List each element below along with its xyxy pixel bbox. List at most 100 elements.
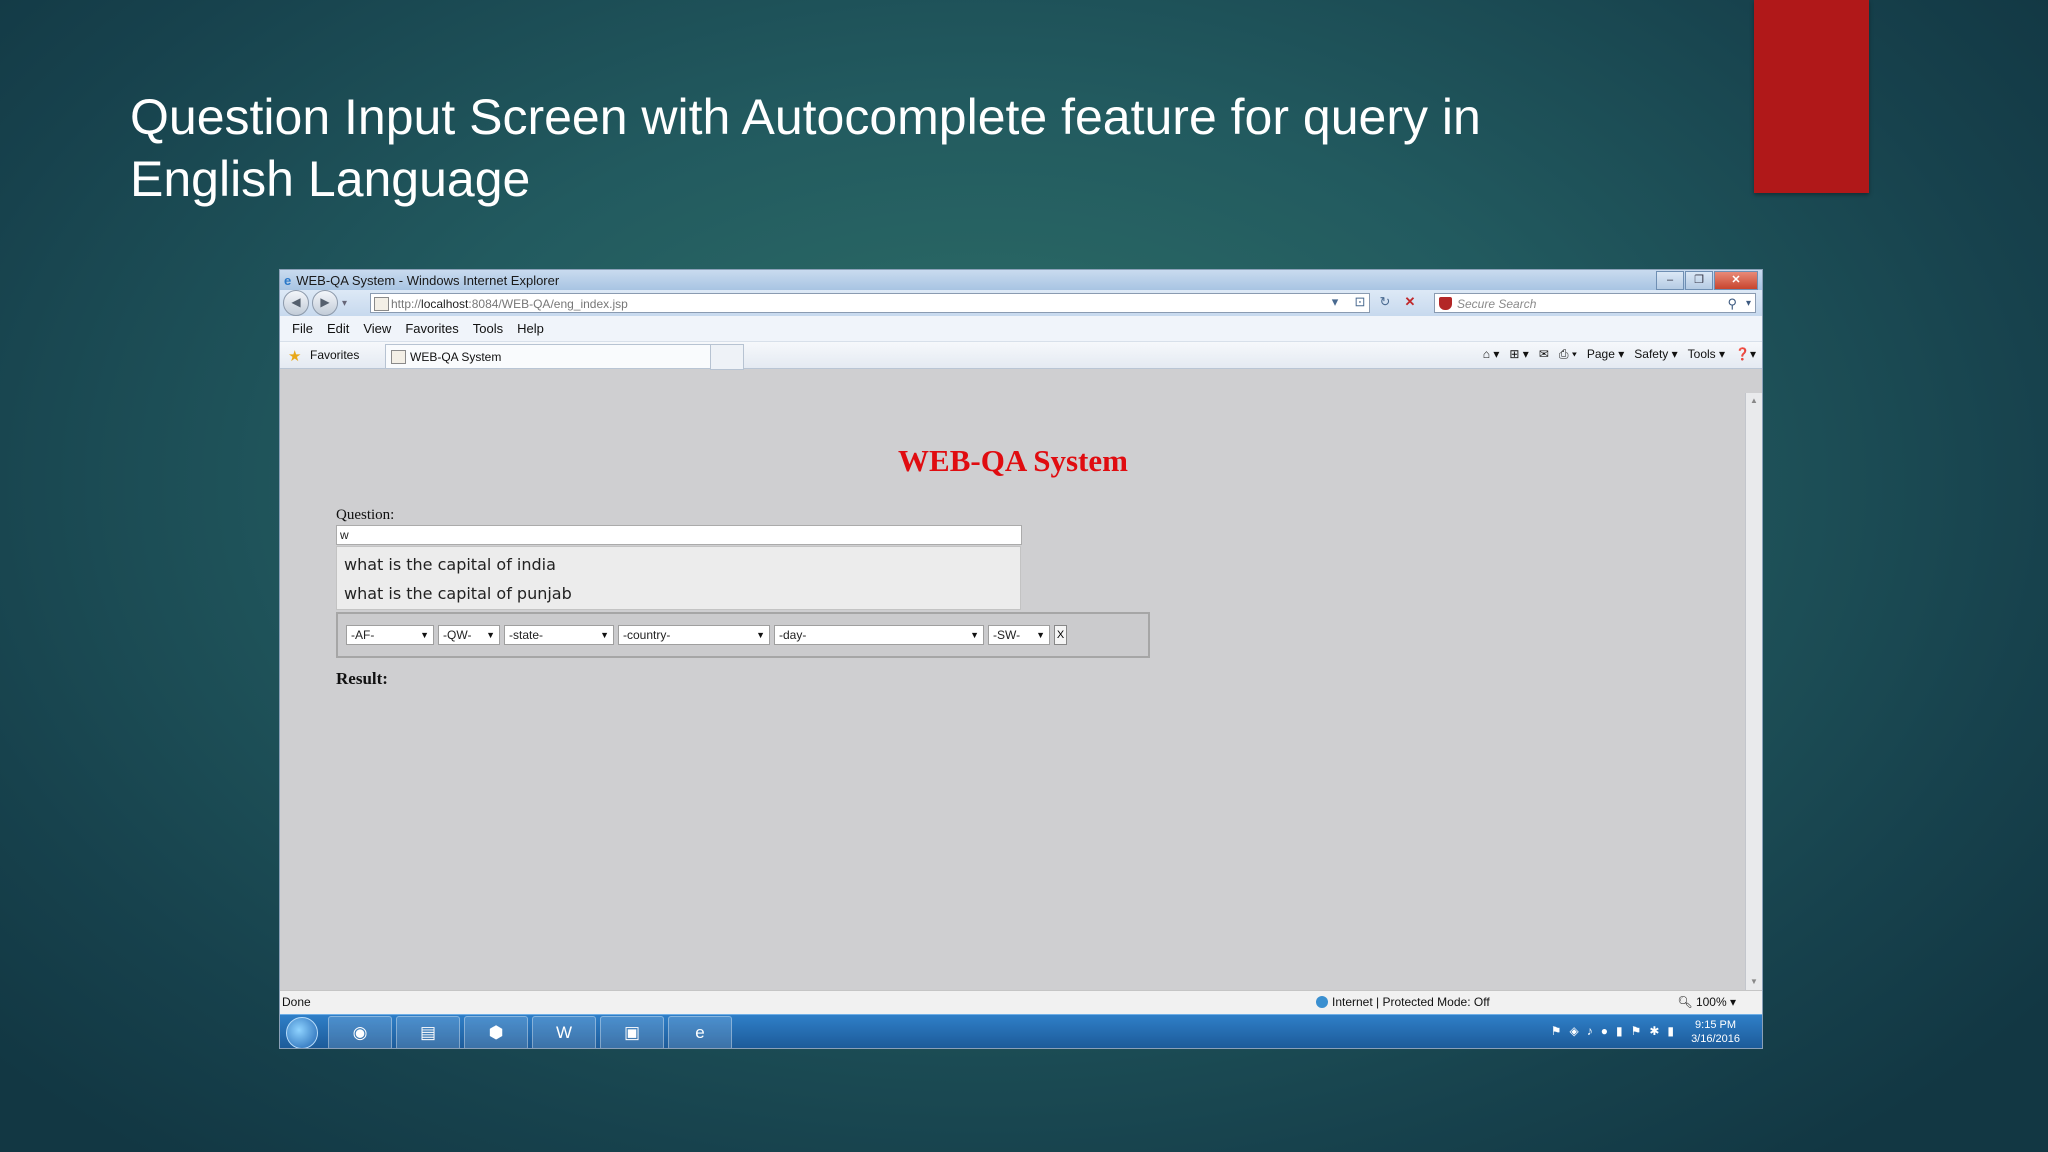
page-icon [391, 350, 406, 364]
word-icon[interactable]: W [532, 1016, 596, 1048]
page-content: WEB-QA System Question: w what is the ca… [280, 393, 1746, 990]
stop-icon[interactable]: ✕ [1399, 292, 1421, 312]
scroll-down-icon[interactable]: ▼ [1746, 974, 1762, 990]
autocomplete-item[interactable]: what is the capital of punjab [337, 580, 1020, 609]
af-select-value: -AF- [351, 628, 375, 642]
ie-icon[interactable]: e [668, 1016, 732, 1048]
menu-help[interactable]: Help [517, 321, 544, 336]
filter-panel: -AF- ▼ -QW- ▼ -state- ▼ -country- ▼ -day- ▼ -… [336, 612, 1150, 658]
menu-file[interactable]: File [292, 321, 313, 336]
address-path: :8084/WEB-QA/eng_index.jsp [468, 297, 628, 311]
page-icon [374, 297, 389, 311]
search-box[interactable]: Secure Search ⚲ ▾ [1434, 293, 1756, 313]
qw-select-value: -QW- [443, 628, 472, 642]
accent-bar [1754, 0, 1869, 193]
tab-label: WEB-QA System [410, 350, 502, 364]
menu-bar: File Edit View Favorites Tools Help [280, 316, 1762, 342]
start-button[interactable] [286, 1017, 318, 1048]
history-dropdown-icon[interactable]: ▾ [342, 298, 347, 309]
browser-window: e WEB-QA System - Windows Internet Explo… [279, 269, 1763, 1049]
system-tray[interactable]: ⚑◈♪●▮⚑✱▮ [1551, 1024, 1682, 1038]
menu-favorites[interactable]: Favorites [405, 321, 458, 336]
window-controls: – ❐ ✕ [1655, 271, 1758, 290]
folder-icon[interactable]: ▤ [396, 1016, 460, 1048]
tab-web-qa-system[interactable]: WEB-QA System [385, 344, 713, 368]
home-icon[interactable]: ⌂ ▾ [1483, 347, 1500, 362]
favorites-button[interactable]: Favorites [310, 348, 359, 362]
clock-time: 9:15 PM [1695, 1019, 1737, 1031]
sw-select-value: -SW- [993, 628, 1021, 642]
restore-button[interactable]: ❐ [1685, 271, 1713, 290]
safety-menu[interactable]: Safety ▾ [1634, 347, 1677, 362]
favorites-bar: ★ Favorites WEB-QA System ⌂ ▾ ⊞ ▾ ✉ ⎙ ▾ … [280, 342, 1762, 370]
zoom-level[interactable]: 🔍︎ 100% ▾ [1677, 991, 1736, 1013]
zoom-value: 100% [1695, 995, 1727, 1009]
country-select[interactable]: -country- ▼ [618, 625, 770, 645]
taskbar: ◉ ▤ ⬢ W ▣ e ⚑◈♪●▮⚑✱▮ 9:15 PM 3/16/2016 [280, 1014, 1762, 1048]
address-prefix: http:// [391, 297, 422, 311]
day-select[interactable]: -day- ▼ [774, 625, 984, 645]
country-select-value: -country- [623, 628, 671, 642]
tools-menu[interactable]: Tools ▾ [1688, 347, 1725, 362]
compatibility-icon[interactable]: ⊡ [1349, 292, 1371, 312]
vertical-scrollbar[interactable]: ▲ ▼ [1745, 393, 1762, 990]
window-title: WEB-QA System - Windows Internet Explore… [296, 272, 560, 288]
address-row: ◀ ▶ ▾ http://localhost:8084/WEB-QA/eng_i… [280, 290, 1762, 316]
question-input[interactable]: w [336, 525, 1022, 545]
autocomplete-list: what is the capital of india what is the… [336, 546, 1021, 610]
menu-view[interactable]: View [363, 321, 391, 336]
state-select[interactable]: -state- ▼ [504, 625, 614, 645]
status-bar: Done Internet | Protected Mode: Off 🔍︎ 1… [280, 990, 1762, 1015]
menu-tools[interactable]: Tools [473, 321, 503, 336]
page-menu[interactable]: Page ▾ [1587, 347, 1624, 362]
af-select[interactable]: -AF- ▼ [346, 625, 434, 645]
box-icon[interactable]: ⬢ [464, 1016, 528, 1048]
slide-title: Question Input Screen with Autocomplete … [130, 86, 1630, 210]
forward-button[interactable]: ▶ [312, 290, 338, 316]
chevron-down-icon: ▼ [1036, 630, 1045, 640]
address-host: localhost [421, 297, 469, 311]
autocomplete-item[interactable]: what is the capital of india [337, 551, 1020, 580]
network-icon[interactable]: ▣ [600, 1016, 664, 1048]
feeds-icon[interactable]: ⊞ ▾ [1509, 347, 1528, 362]
status-text: Done [282, 995, 311, 1009]
chevron-down-icon: ▼ [756, 630, 765, 640]
zone-label: Internet | Protected Mode: Off [1332, 995, 1490, 1009]
question-label: Question: [336, 507, 395, 523]
minimize-button[interactable]: – [1656, 271, 1684, 290]
day-select-value: -day- [779, 628, 807, 642]
slide-title-line2: English Language [130, 151, 531, 207]
print-icon[interactable]: ⎙ ▾ [1559, 347, 1577, 362]
clock[interactable]: 9:15 PM 3/16/2016 [1691, 1018, 1740, 1046]
state-select-value: -state- [509, 628, 544, 642]
close-button[interactable]: ✕ [1714, 271, 1758, 290]
clear-button[interactable]: X [1054, 625, 1067, 645]
back-button[interactable]: ◀ [283, 290, 309, 316]
chrome-icon[interactable]: ◉ [328, 1016, 392, 1048]
ie-icon: e [284, 272, 292, 288]
security-zone: Internet | Protected Mode: Off [1316, 991, 1490, 1013]
refresh-icon[interactable]: ↻ [1374, 292, 1396, 312]
qw-select[interactable]: -QW- ▼ [438, 625, 500, 645]
page-heading: WEB-QA System [898, 443, 1128, 478]
address-dropdown-icon[interactable]: ▾ [1324, 292, 1346, 312]
mail-icon[interactable]: ✉ [1539, 347, 1549, 362]
help-icon[interactable]: ❓▾ [1735, 347, 1756, 362]
chevron-down-icon: ▼ [600, 630, 609, 640]
window-titlebar: e WEB-QA System - Windows Internet Explo… [280, 270, 1762, 290]
address-bar[interactable]: http://localhost:8084/WEB-QA/eng_index.j… [370, 293, 1370, 313]
search-dropdown-icon[interactable]: ▾ [1746, 294, 1751, 314]
new-tab-button[interactable] [710, 344, 744, 370]
slide-title-line1: Question Input Screen with Autocomplete … [130, 89, 1481, 145]
search-icon[interactable]: ⚲ [1727, 294, 1737, 314]
scroll-up-icon[interactable]: ▲ [1746, 393, 1762, 409]
menu-edit[interactable]: Edit [327, 321, 349, 336]
chevron-down-icon: ▼ [970, 630, 979, 640]
star-icon[interactable]: ★ [288, 347, 301, 365]
command-bar: ⌂ ▾ ⊞ ▾ ✉ ⎙ ▾ Page ▾ Safety ▾ Tools ▾ ❓▾ [1473, 347, 1756, 362]
sw-select[interactable]: -SW- ▼ [988, 625, 1050, 645]
shield-icon [1439, 297, 1452, 310]
address-buttons: ▾ ⊡ ↻ ✕ [1324, 292, 1424, 312]
chevron-down-icon: ▼ [486, 630, 495, 640]
search-placeholder: Secure Search [1457, 297, 1537, 311]
